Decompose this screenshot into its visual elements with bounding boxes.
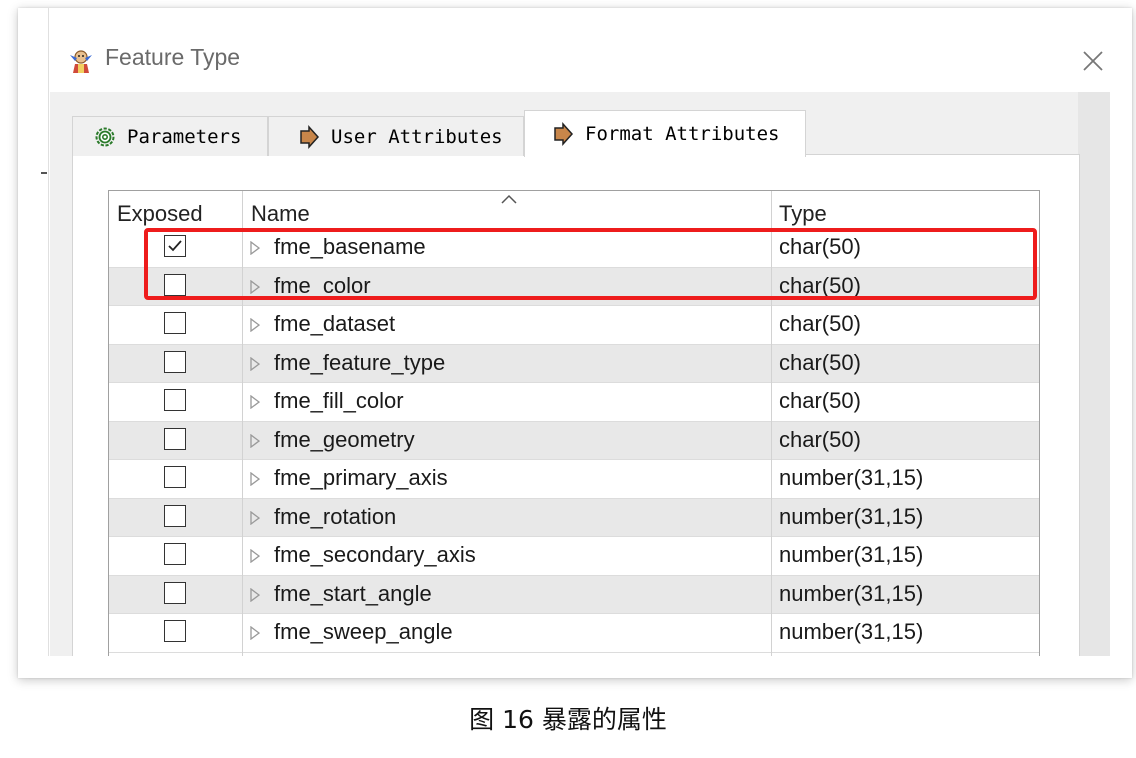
screenshot-frame: Feature Type Parameters User Attributes [18, 8, 1132, 678]
expand-triangle-icon[interactable] [250, 471, 261, 490]
attribute-name: fme_start_angle [274, 580, 432, 606]
gear-icon [95, 127, 115, 146]
expand-triangle-icon[interactable] [250, 587, 261, 606]
red-highlight-annotation [144, 228, 1037, 300]
column-header-type[interactable]: Type [779, 201, 827, 227]
table-row[interactable]: fme_rotation number(31,15) [109, 498, 1039, 537]
title-bar: Feature Type [50, 30, 1110, 92]
attribute-type: number(31,15) [779, 619, 924, 644]
attribute-type: char(50) [779, 349, 861, 375]
expand-triangle-icon[interactable] [250, 548, 261, 567]
attribute-type: number(31,15) [779, 465, 924, 490]
table-row[interactable]: fme_secondary_axis number(31,15) [109, 537, 1039, 576]
fme-app-icon [70, 50, 92, 73]
table-row[interactable]: fme_feature_type char(50) [109, 344, 1039, 383]
attribute-name: fme_rotation [274, 503, 397, 529]
expand-triangle-icon[interactable] [250, 394, 261, 413]
attribute-name: fme_primary_axis [274, 465, 448, 490]
close-icon[interactable] [1082, 50, 1104, 72]
attribute-name: fme_sweep_angle [274, 619, 453, 644]
right-panel-strip [1078, 92, 1110, 656]
table-row[interactable]: fme_geometry char(50) [109, 421, 1039, 460]
arrow-right-icon [554, 122, 574, 146]
exposed-checkbox[interactable] [164, 466, 186, 488]
exposed-checkbox[interactable] [164, 312, 186, 334]
expand-triangle-icon[interactable] [250, 317, 261, 336]
column-header-exposed[interactable]: Exposed [117, 201, 203, 227]
background-window-tick [41, 172, 47, 174]
column-header-name[interactable]: Name [251, 201, 310, 227]
exposed-checkbox[interactable] [164, 350, 186, 373]
exposed-checkbox[interactable] [164, 543, 186, 565]
attribute-name: fme_dataset [274, 311, 396, 336]
table-row[interactable]: fme_sweep_angle number(31,15) [109, 614, 1039, 653]
attribute-type: number(31,15) [779, 580, 924, 606]
exposed-checkbox[interactable] [164, 504, 186, 527]
window-title: Feature Type [105, 44, 241, 70]
attribute-type: char(50) [779, 426, 861, 452]
attribute-name: fme_feature_type [274, 349, 446, 375]
background-window-edge [48, 8, 49, 656]
sort-ascending-icon [501, 194, 517, 204]
attribute-name: fme_secondary_axis [274, 542, 476, 567]
tab-parameters[interactable]: Parameters [72, 116, 268, 156]
expand-triangle-icon[interactable] [250, 356, 261, 375]
table-row[interactable]: fme_primary_axis number(31,15) [109, 460, 1039, 499]
tab-format-attributes[interactable]: Format Attributes [524, 110, 806, 157]
expand-triangle-icon[interactable] [250, 510, 261, 529]
table-row[interactable]: fme_dataset char(50) [109, 306, 1039, 345]
exposed-checkbox[interactable] [164, 389, 186, 411]
tab-user-attributes[interactable]: User Attributes [268, 116, 524, 156]
tab-label: Parameters [127, 125, 242, 148]
attribute-type: char(50) [779, 311, 861, 336]
exposed-checkbox[interactable] [164, 620, 186, 642]
expand-triangle-icon[interactable] [250, 625, 261, 644]
tab-label: Format Attributes [585, 123, 780, 145]
table-row[interactable]: fme_start_angle number(31,15) [109, 575, 1039, 614]
table-header: Exposed Name Type [109, 191, 1039, 229]
attribute-type: char(50) [779, 388, 861, 413]
attribute-type: number(31,15) [779, 503, 924, 529]
attribute-type: number(31,15) [779, 542, 924, 567]
feature-type-dialog: Feature Type Parameters User Attributes [50, 30, 1110, 656]
attribute-name: fme_fill_color [274, 388, 404, 413]
arrow-right-icon [300, 124, 320, 149]
figure-caption: 图 16 暴露的属性 [469, 705, 667, 734]
exposed-checkbox[interactable] [164, 427, 186, 450]
tab-label: User Attributes [331, 125, 503, 148]
exposed-checkbox[interactable] [164, 581, 186, 604]
attribute-name: fme_geometry [274, 426, 415, 452]
table-row[interactable]: fme_fill_color char(50) [109, 383, 1039, 422]
expand-triangle-icon[interactable] [250, 433, 261, 452]
